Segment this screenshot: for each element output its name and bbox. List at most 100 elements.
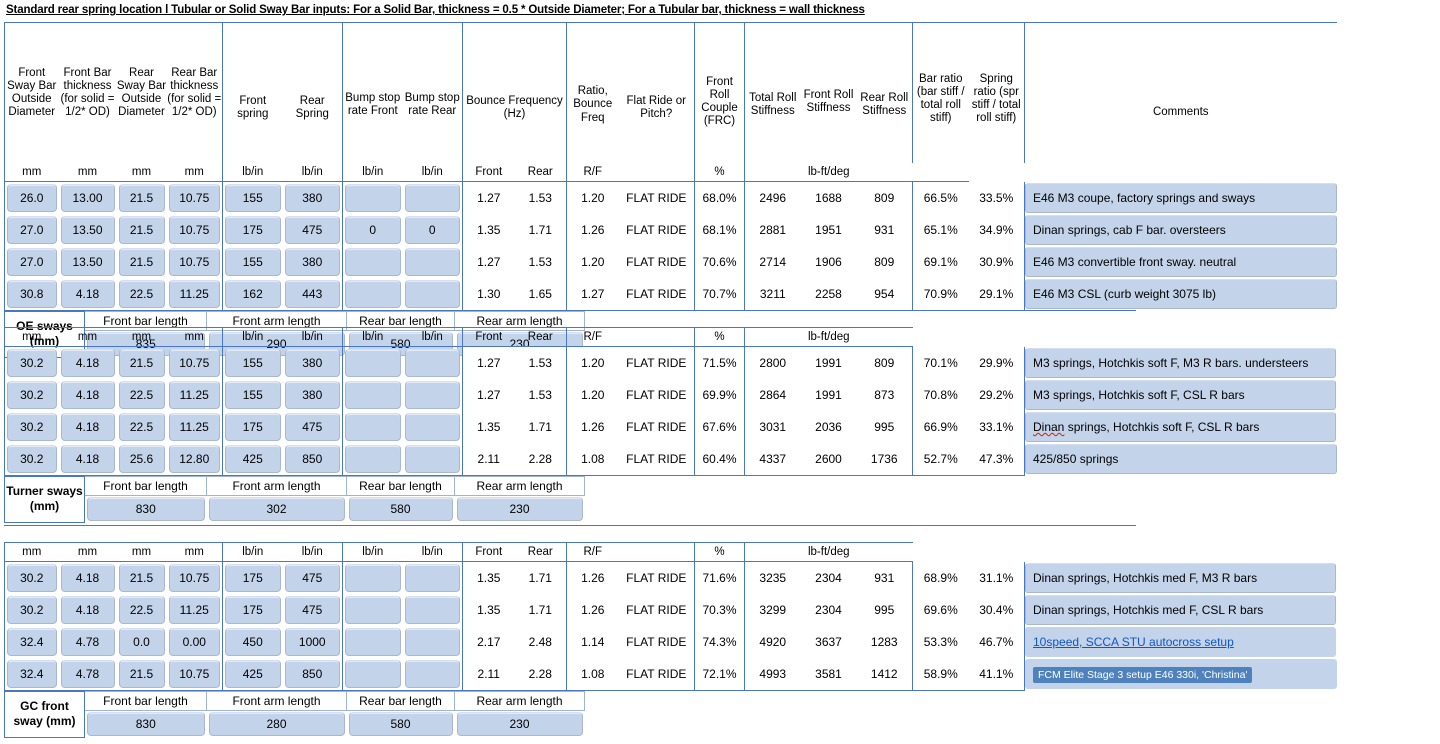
comment-link-text[interactable]: 10speed, SCCA STU autocross setup — [1033, 635, 1234, 649]
input-rear-bar-thickness[interactable]: 11.25 — [168, 381, 220, 409]
input-rear-spring-rate[interactable]: 850 — [284, 660, 340, 688]
sub-value-cell-0[interactable]: 830 — [85, 496, 207, 523]
cell-comments[interactable]: E46 M3 convertible front sway. neutral — [1025, 246, 1337, 278]
cell-bump-stop-rear[interactable] — [402, 411, 463, 443]
cell-rear-bar-thickness[interactable]: 11.25 — [166, 411, 223, 443]
comment-text[interactable]: M3 springs, Hotchkis soft F, CSL R bars — [1025, 380, 1336, 410]
input-rear-sway-bar-od[interactable]: 22.5 — [118, 381, 165, 409]
cell-rear-sway-bar-od[interactable]: 22.5 — [117, 594, 167, 626]
cell-rear-sway-bar-od[interactable]: 25.6 — [116, 443, 167, 476]
cell-front-bar-thickness[interactable]: 13.50 — [59, 246, 117, 278]
input-front-spring-rate[interactable]: 155 — [225, 184, 281, 212]
input-bump-stop-rear[interactable] — [404, 381, 460, 409]
input-bump-stop-front[interactable]: 0 — [345, 216, 401, 244]
input-rear-sway-bar-od[interactable]: 22.5 — [118, 280, 165, 308]
input-bump-stop-front[interactable] — [345, 184, 401, 212]
cell-rear-spring-rate[interactable]: 380 — [282, 181, 343, 214]
cell-front-bar-thickness[interactable]: 4.18 — [58, 278, 117, 311]
sub-value-cell-0[interactable]: 830 — [85, 711, 207, 738]
input-front-spring-rate[interactable]: 162 — [225, 280, 281, 308]
input-front-sway-bar-od[interactable]: 30.2 — [7, 445, 57, 473]
comment-text[interactable]: E46 M3 convertible front sway. neutral — [1025, 247, 1337, 277]
cell-front-bar-thickness[interactable]: 4.18 — [59, 411, 117, 443]
input-front-sway-bar-od[interactable]: 26.0 — [7, 184, 57, 212]
cell-bump-stop-front[interactable] — [342, 443, 403, 476]
input-front-spring-rate[interactable]: 155 — [225, 349, 281, 377]
input-bump-stop-front[interactable] — [345, 349, 401, 377]
input-front-spring-rate[interactable]: 425 — [225, 660, 281, 688]
input-bump-stop-front[interactable] — [345, 248, 401, 276]
cell-front-bar-thickness[interactable]: 4.18 — [59, 379, 117, 411]
cell-front-sway-bar-od[interactable]: 30.2 — [4, 561, 59, 594]
input-rear-spring-rate[interactable]: 380 — [284, 248, 340, 276]
cell-rear-bar-thickness[interactable]: 0.00 — [166, 626, 223, 658]
comment-text[interactable]: 425/850 springs — [1025, 444, 1337, 475]
cell-comments[interactable]: M3 springs, Hotchkis soft F, CSL R bars — [1025, 379, 1337, 411]
cell-rear-bar-thickness[interactable]: 10.75 — [166, 181, 223, 214]
cell-rear-spring-rate[interactable]: 475 — [282, 594, 343, 626]
sub-input-1[interactable]: 280 — [208, 712, 345, 736]
sub-value-cell-1[interactable]: 280 — [207, 711, 347, 738]
cell-bump-stop-rear[interactable] — [402, 181, 463, 214]
cell-bump-stop-rear[interactable] — [402, 561, 463, 594]
cell-front-spring-rate[interactable]: 175 — [223, 411, 283, 443]
input-bump-stop-rear[interactable] — [404, 628, 460, 656]
input-front-sway-bar-od[interactable]: 32.4 — [7, 660, 57, 688]
cell-front-bar-thickness[interactable]: 4.18 — [59, 562, 117, 595]
input-bump-stop-rear[interactable] — [404, 660, 460, 688]
cell-bump-stop-rear[interactable] — [402, 278, 463, 311]
input-bump-stop-rear[interactable] — [404, 248, 460, 276]
cell-rear-sway-bar-od[interactable]: 21.5 — [117, 214, 167, 246]
input-front-spring-rate[interactable]: 155 — [225, 381, 281, 409]
cell-front-sway-bar-od[interactable]: 30.2 — [4, 443, 59, 476]
cell-rear-spring-rate[interactable]: 850 — [282, 658, 343, 691]
input-rear-spring-rate[interactable]: 1000 — [284, 628, 340, 656]
cell-comments[interactable]: Dinan springs, Hotchkis soft F, CSL R ba… — [1025, 411, 1337, 443]
input-rear-bar-thickness[interactable]: 11.25 — [168, 596, 220, 624]
cell-front-sway-bar-od[interactable]: 30.8 — [4, 278, 59, 311]
sub-input-0[interactable]: 830 — [87, 497, 205, 521]
cell-front-sway-bar-od[interactable]: 32.4 — [4, 658, 59, 691]
sub-value-cell-3[interactable]: 230 — [455, 496, 585, 523]
input-rear-bar-thickness[interactable]: 10.75 — [168, 349, 220, 377]
cell-front-spring-rate[interactable]: 175 — [223, 214, 283, 246]
input-bump-stop-front[interactable] — [345, 445, 401, 473]
comment-text[interactable]: Dinan springs, Hotchkis med F, M3 R bars — [1025, 562, 1336, 593]
cell-rear-bar-thickness[interactable]: 10.75 — [166, 214, 223, 246]
cell-rear-bar-thickness[interactable]: 10.75 — [166, 658, 223, 691]
input-rear-spring-rate[interactable]: 475 — [284, 596, 340, 624]
input-front-bar-thickness[interactable]: 4.18 — [60, 349, 115, 377]
input-front-sway-bar-od[interactable]: 30.8 — [7, 280, 57, 308]
input-bump-stop-front[interactable] — [345, 628, 401, 656]
input-rear-bar-thickness[interactable]: 0.00 — [168, 628, 220, 656]
input-front-bar-thickness[interactable]: 4.18 — [60, 596, 115, 624]
cell-bump-stop-front[interactable] — [343, 411, 403, 443]
sub-input-3[interactable]: 230 — [456, 712, 583, 736]
cell-front-spring-rate[interactable]: 155 — [223, 347, 283, 380]
input-rear-bar-thickness[interactable]: 11.25 — [168, 413, 220, 441]
input-front-sway-bar-od[interactable]: 30.2 — [7, 349, 57, 377]
cell-front-bar-thickness[interactable]: 13.00 — [59, 182, 117, 215]
input-front-spring-rate[interactable]: 175 — [225, 216, 281, 244]
cell-bump-stop-front[interactable] — [343, 379, 403, 411]
cell-front-spring-rate[interactable]: 425 — [222, 443, 283, 476]
cell-bump-stop-front[interactable] — [342, 658, 403, 691]
input-rear-sway-bar-od[interactable]: 21.5 — [118, 184, 165, 212]
cell-rear-bar-thickness[interactable]: 12.80 — [166, 443, 223, 476]
cell-rear-spring-rate[interactable]: 475 — [282, 561, 343, 594]
input-rear-bar-thickness[interactable]: 10.75 — [168, 216, 220, 244]
input-bump-stop-rear[interactable] — [404, 349, 460, 377]
cell-front-bar-thickness[interactable]: 4.18 — [59, 347, 117, 380]
input-front-spring-rate[interactable]: 425 — [225, 445, 281, 473]
input-rear-sway-bar-od[interactable]: 22.5 — [118, 596, 165, 624]
cell-rear-bar-thickness[interactable]: 10.75 — [166, 561, 223, 594]
input-rear-bar-thickness[interactable]: 10.75 — [168, 564, 220, 592]
sub-input-3[interactable]: 230 — [456, 497, 583, 521]
input-front-sway-bar-od[interactable]: 27.0 — [7, 216, 57, 244]
cell-front-sway-bar-od[interactable]: 32.4 — [4, 626, 59, 658]
cell-rear-bar-thickness[interactable]: 10.75 — [166, 246, 223, 278]
cell-front-bar-thickness[interactable]: 4.78 — [58, 658, 117, 691]
input-rear-bar-thickness[interactable]: 10.75 — [168, 660, 220, 688]
input-front-bar-thickness[interactable]: 4.78 — [60, 628, 115, 656]
cell-rear-bar-thickness[interactable]: 11.25 — [166, 594, 223, 626]
